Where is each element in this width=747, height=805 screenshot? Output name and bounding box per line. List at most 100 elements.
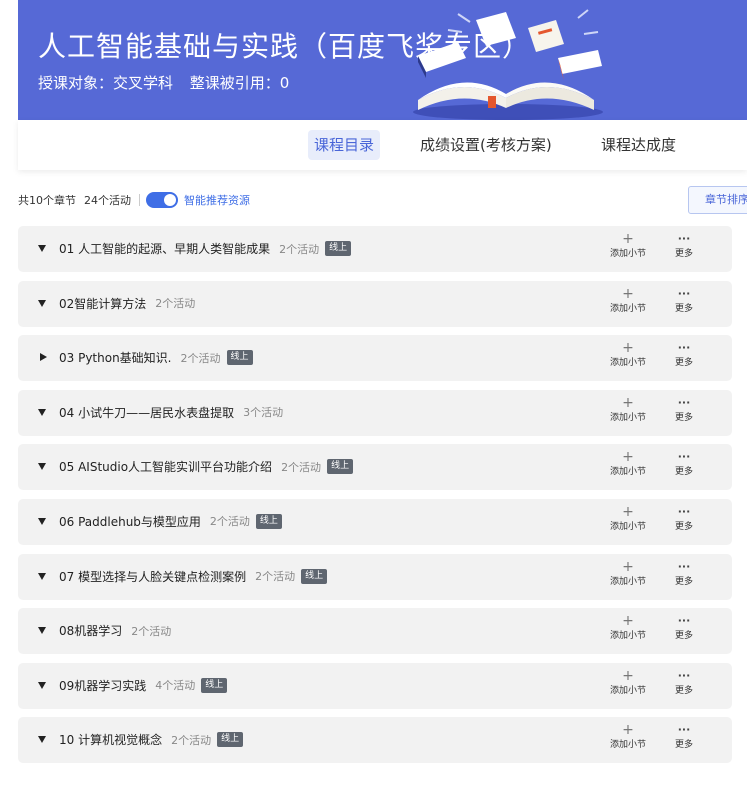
more-label: 更多	[674, 740, 693, 751]
divider	[139, 194, 140, 206]
chapter-title[interactable]: 04 小试牛刀——居民水表盘提取	[59, 404, 234, 421]
more-button[interactable]: ··· 更多	[664, 341, 704, 368]
chapter-row[interactable]: 06 Paddlehub与模型应用 2个活动 线上 + 添加小节 ··· 更多	[18, 498, 732, 545]
add-section-button[interactable]: + 添加小节	[608, 450, 648, 477]
chapter-title[interactable]: 08机器学习	[59, 622, 122, 639]
chapter-row[interactable]: 02智能计算方法 2个活动 + 添加小节 ··· 更多	[18, 280, 732, 327]
chapter-title[interactable]: 01 人工智能的起源、早期人类智能成果	[59, 240, 270, 257]
more-button[interactable]: ··· 更多	[664, 505, 704, 532]
more-label: 更多	[674, 412, 693, 423]
online-badge: 线上	[226, 350, 253, 366]
chapter-title-group: 05 AIStudio人工智能实训平台功能介绍 2个活动 线上	[59, 458, 354, 475]
add-section-button[interactable]: + 添加小节	[608, 341, 648, 368]
add-section-label: 添加小节	[609, 412, 646, 423]
ellipsis-icon: ···	[677, 232, 691, 245]
more-label: 更多	[674, 303, 693, 314]
add-section-button[interactable]: + 添加小节	[608, 232, 648, 259]
chapter-title[interactable]: 02智能计算方法	[59, 295, 146, 312]
chapter-row[interactable]: 04 小试牛刀——居民水表盘提取 3个活动 + 添加小节 ··· 更多	[18, 389, 732, 436]
tab-course-achievement[interactable]: 课程达成度	[601, 130, 676, 160]
plus-icon: +	[622, 503, 634, 520]
chapter-title[interactable]: 06 Paddlehub与模型应用	[59, 513, 201, 530]
caret-down-icon[interactable]	[38, 572, 46, 580]
chapter-title-group: 07 模型选择与人脸关键点检测案例 2个活动 线上	[59, 568, 328, 585]
chapter-row[interactable]: 07 模型选择与人脸关键点检测案例 2个活动 线上 + 添加小节 ··· 更多	[18, 553, 732, 600]
more-button[interactable]: ··· 更多	[664, 669, 704, 696]
chapter-activity-count: 3个活动	[243, 406, 284, 420]
caret-down-icon[interactable]	[38, 245, 46, 252]
more-label: 更多	[674, 249, 693, 259]
plus-icon: +	[622, 340, 634, 357]
chapter-row[interactable]: 08机器学习 2个活动 + 添加小节 ··· 更多	[18, 608, 732, 655]
online-badge: 线上	[325, 241, 352, 256]
chapter-summary: 共10个章节 24个活动 智能推荐资源	[18, 190, 250, 210]
add-section-label: 添加小节	[609, 740, 646, 751]
chapter-title[interactable]: 05 AIStudio人工智能实训平台功能介绍	[59, 458, 272, 475]
add-section-button[interactable]: + 添加小节	[608, 287, 648, 314]
add-section-button[interactable]: + 添加小节	[608, 614, 648, 641]
caret-down-icon[interactable]	[38, 517, 46, 525]
more-button[interactable]: ··· 更多	[664, 232, 704, 259]
more-label: 更多	[674, 631, 693, 642]
ellipsis-icon: ···	[677, 614, 691, 628]
more-button[interactable]: ··· 更多	[664, 560, 704, 587]
add-section-button[interactable]: + 添加小节	[608, 396, 648, 423]
caret-right-icon[interactable]	[40, 353, 47, 362]
activity-count: 24个活动	[84, 194, 131, 207]
add-section-button[interactable]: + 添加小节	[608, 505, 648, 532]
caret-down-icon[interactable]	[38, 627, 46, 635]
caret-down-icon[interactable]	[38, 463, 46, 471]
more-button[interactable]: ··· 更多	[664, 450, 704, 477]
chapter-row[interactable]: 03 Python基础知识. 2个活动 线上 + 添加小节 ··· 更多	[18, 335, 732, 382]
chapter-row[interactable]: 01 人工智能的起源、早期人类智能成果 2个活动 线上 + 添加小节 ··· 更多	[18, 226, 732, 272]
plus-icon: +	[622, 558, 634, 575]
plus-icon: +	[622, 613, 634, 630]
plus-icon: +	[622, 667, 634, 684]
ellipsis-icon: ···	[677, 504, 691, 518]
chapter-activity-count: 4个活动	[155, 679, 196, 693]
chapter-title-group: 04 小试牛刀——居民水表盘提取 3个活动	[59, 404, 283, 421]
add-section-button[interactable]: + 添加小节	[608, 669, 648, 696]
tab-catalog[interactable]: 课程目录	[308, 130, 381, 160]
course-audience: 授课对象：交叉学科	[38, 74, 174, 92]
ellipsis-icon: ···	[677, 286, 691, 300]
chapter-sort-button[interactable]: 章节排序	[688, 186, 747, 214]
plus-icon: +	[622, 394, 634, 411]
caret-down-icon[interactable]	[38, 299, 46, 307]
online-badge: 线上	[201, 677, 228, 693]
open-book-illustration	[413, 9, 603, 120]
more-button[interactable]: ··· 更多	[664, 723, 704, 750]
chapter-activity-count: 2个活动	[180, 351, 221, 365]
chapter-title[interactable]: 03 Python基础知识.	[59, 349, 172, 366]
chapter-count: 共10个章节	[18, 194, 76, 207]
chapter-title-group: 01 人工智能的起源、早期人类智能成果 2个活动 线上	[59, 240, 352, 257]
chapter-title-group: 02智能计算方法 2个活动	[59, 295, 195, 312]
more-button[interactable]: ··· 更多	[664, 287, 704, 314]
caret-down-icon[interactable]	[38, 736, 46, 744]
add-section-label: 添加小节	[609, 358, 646, 369]
chapter-title[interactable]: 10 计算机视觉概念	[59, 731, 162, 748]
more-button[interactable]: ··· 更多	[664, 614, 704, 641]
add-section-button[interactable]: + 添加小节	[608, 723, 648, 750]
online-badge: 线上	[327, 459, 354, 475]
course-citations: 整课被引用：0	[189, 74, 290, 92]
caret-down-icon[interactable]	[38, 408, 46, 416]
chapter-title[interactable]: 07 模型选择与人脸关键点检测案例	[59, 568, 246, 585]
recommend-toggle[interactable]	[146, 192, 178, 208]
chapter-row[interactable]: 09机器学习实践 4个活动 线上 + 添加小节 ··· 更多	[18, 662, 732, 709]
chapter-activity-count: 2个活动	[171, 733, 212, 747]
chapter-title-group: 06 Paddlehub与模型应用 2个活动 线上	[59, 513, 282, 530]
more-label: 更多	[674, 576, 693, 587]
add-section-button[interactable]: + 添加小节	[608, 560, 648, 587]
chapter-title-group: 09机器学习实践 4个活动 线上	[59, 677, 228, 694]
add-section-label: 添加小节	[609, 521, 646, 532]
more-label: 更多	[674, 685, 693, 696]
add-section-label: 添加小节	[609, 249, 646, 259]
more-button[interactable]: ··· 更多	[664, 396, 704, 423]
chapter-title[interactable]: 09机器学习实践	[59, 677, 146, 694]
chapter-row[interactable]: 05 AIStudio人工智能实训平台功能介绍 2个活动 线上 + 添加小节 ··· 更多	[18, 444, 732, 491]
chapter-title-group: 03 Python基础知识. 2个活动 线上	[59, 349, 253, 366]
caret-down-icon[interactable]	[38, 681, 46, 689]
chapter-row[interactable]: 10 计算机视觉概念 2个活动 线上 + 添加小节 ··· 更多	[18, 717, 732, 764]
tab-grade-settings[interactable]: 成绩设置(考核方案)	[420, 130, 552, 160]
